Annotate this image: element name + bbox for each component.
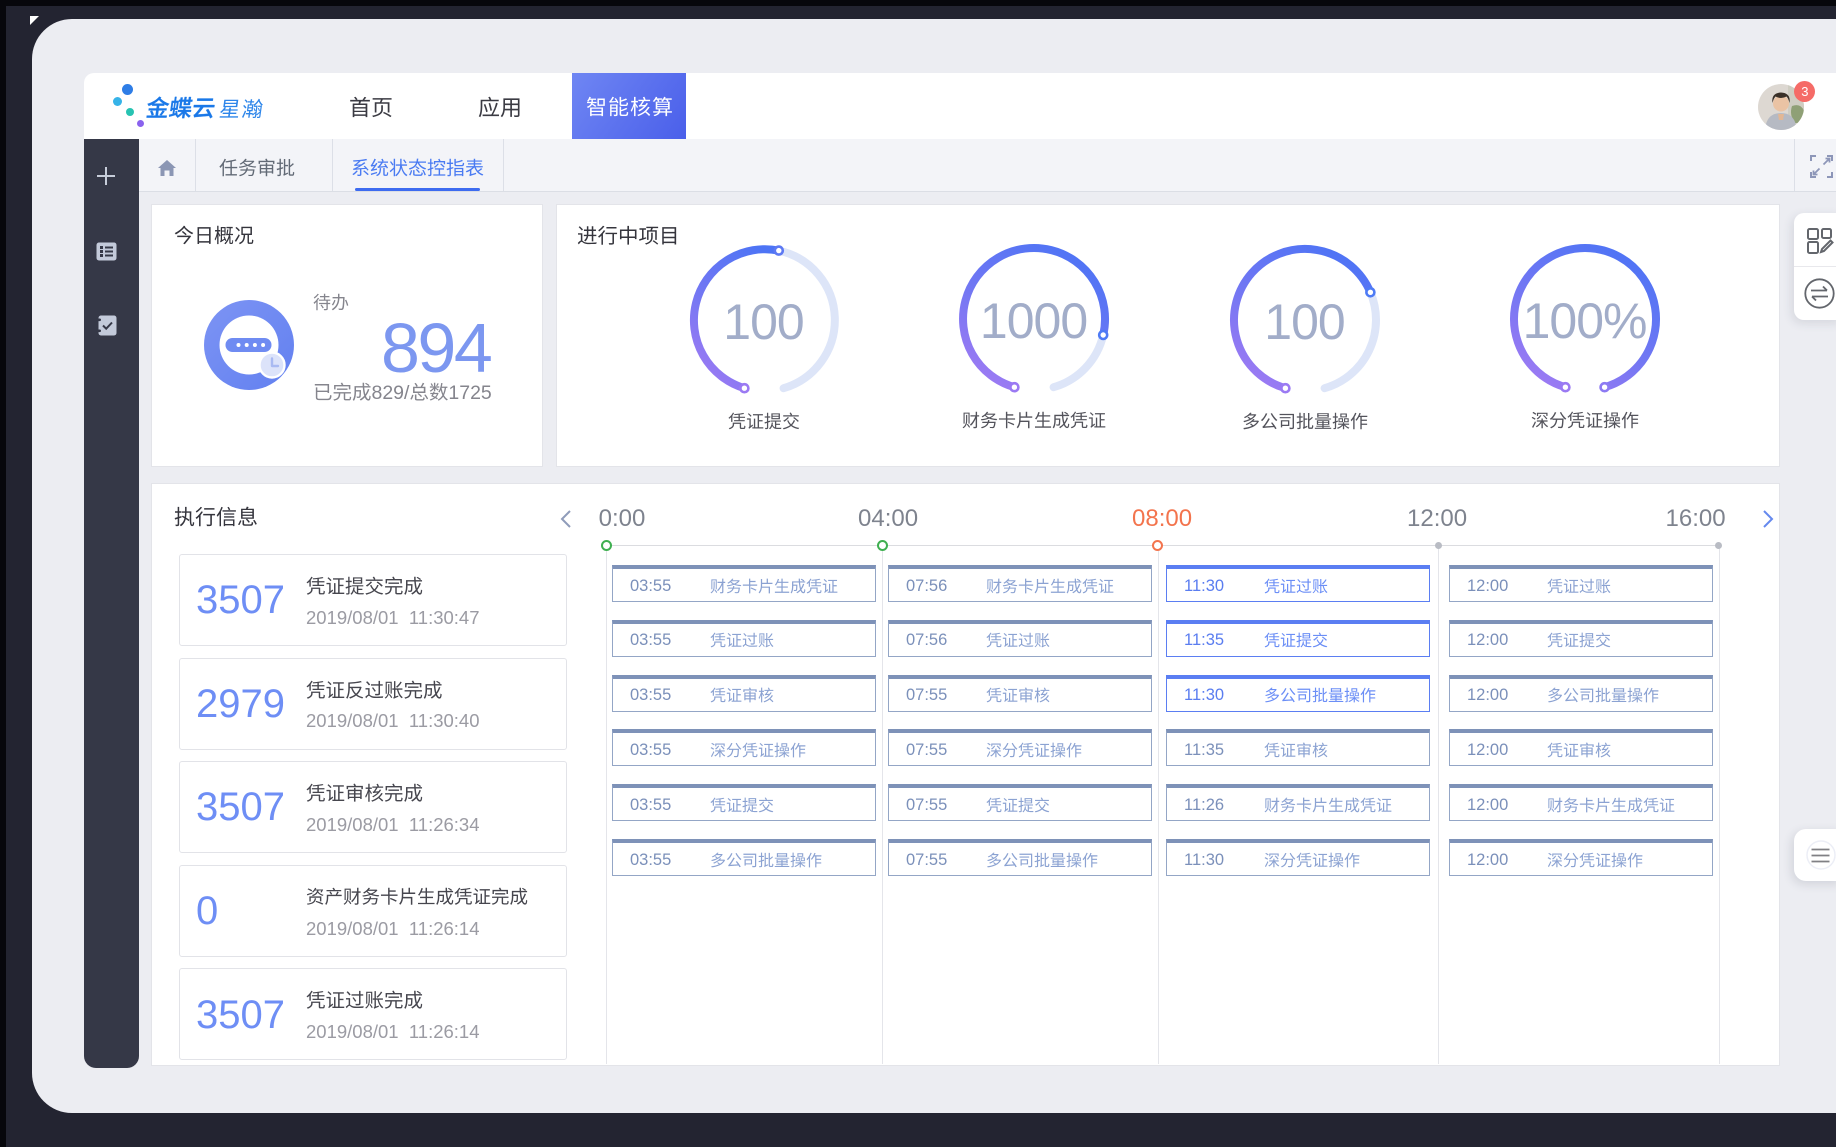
svg-text:1725: 1725 [448,382,492,404]
svg-text:829/: 829/ [371,382,410,404]
